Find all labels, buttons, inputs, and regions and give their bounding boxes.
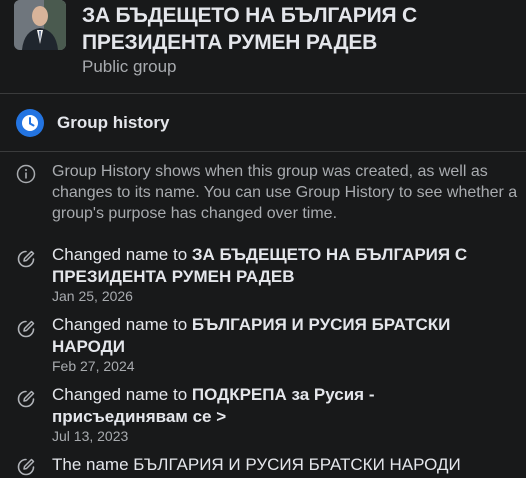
history-entry-date: Feb 27, 2024 <box>52 358 135 374</box>
group-history-header: Group history <box>0 95 526 151</box>
info-text: Group History shows when this group was … <box>52 163 518 222</box>
history-entry: Changed name to БЪЛГАРИЯ И РУСИЯ БРАТСКИ… <box>0 314 526 376</box>
history-entry: Changed name to ЗА БЪДЕЩЕТО НА БЪЛГАРИЯ … <box>0 244 526 306</box>
group-privacy-label: Public group <box>82 57 177 76</box>
group-title[interactable]: ЗА БЪДЕЩЕТО НА БЪЛГАРИЯ С ПРЕЗИДЕНТА РУМ… <box>82 2 512 56</box>
history-entry-text: Changed name to БЪЛГАРИЯ И РУСИЯ БРАТСКИ… <box>52 314 512 358</box>
group-avatar[interactable] <box>14 0 66 50</box>
edit-icon <box>17 250 35 268</box>
history-entry-prefix: Changed name to <box>52 315 192 334</box>
group-header: ЗА БЪДЕЩЕТО НА БЪЛГАРИЯ С ПРЕЗИДЕНТА РУМ… <box>0 0 526 93</box>
edit-icon <box>17 390 35 408</box>
history-entry-text: Changed name to ПОДКРЕПА за Русия - прис… <box>52 384 512 428</box>
edit-icon <box>17 458 35 476</box>
divider <box>0 151 526 152</box>
history-entry-partial-text: The name БЪЛГАРИЯ И РУСИЯ БРАТСКИ НАРОДИ <box>52 455 461 474</box>
history-entry-prefix: Changed name to <box>52 245 192 264</box>
history-entry-date: Jul 13, 2023 <box>52 428 129 444</box>
history-entry-partial: The name БЪЛГАРИЯ И РУСИЯ БРАТСКИ НАРОДИ <box>0 452 526 476</box>
edit-icon <box>17 320 35 338</box>
clock-icon <box>16 109 44 137</box>
divider <box>0 93 526 94</box>
history-entry-date: Jan 25, 2026 <box>52 288 133 304</box>
history-entry: Changed name to ПОДКРЕПА за Русия - прис… <box>0 384 526 446</box>
group-history-info: Group History shows when this group was … <box>0 159 526 229</box>
info-icon <box>16 164 36 184</box>
history-entry-prefix: Changed name to <box>52 385 192 404</box>
section-title: Group history <box>57 113 170 132</box>
history-entry-text: Changed name to ЗА БЪДЕЩЕТО НА БЪЛГАРИЯ … <box>52 244 512 288</box>
